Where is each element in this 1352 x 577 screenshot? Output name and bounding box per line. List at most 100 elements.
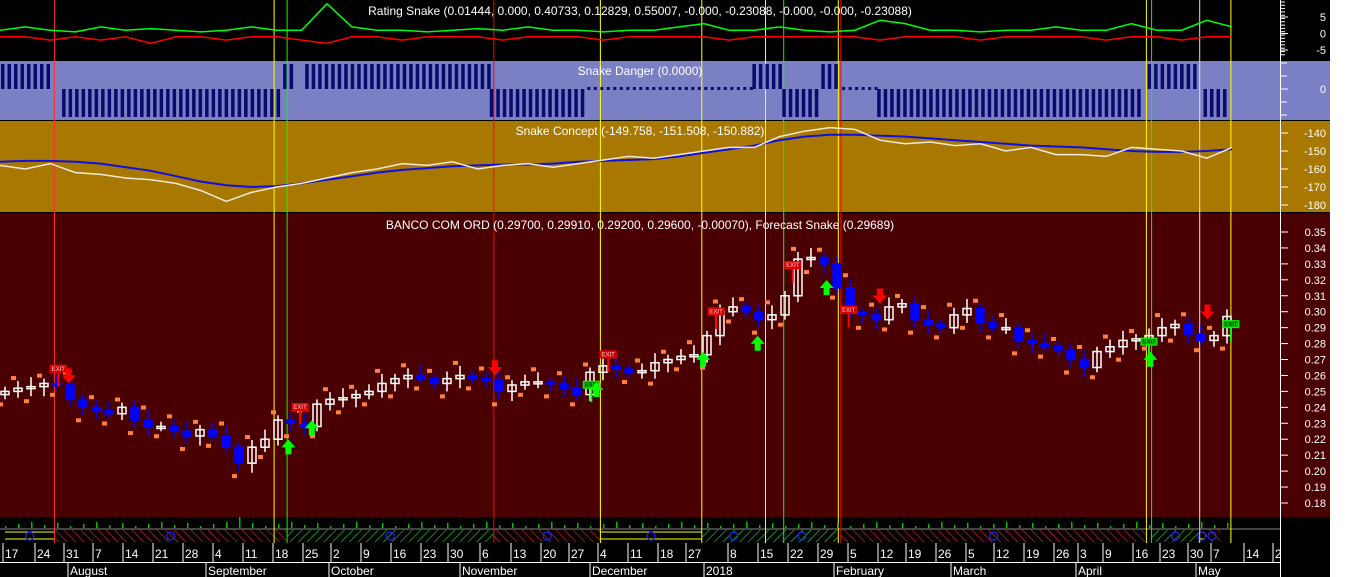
- signal-dot: [37, 373, 42, 378]
- signal-dot: [830, 295, 835, 300]
- danger-bar: [1117, 89, 1122, 117]
- signal-dot: [804, 270, 809, 275]
- danger-dot: [710, 87, 714, 90]
- danger-bar: [27, 64, 31, 89]
- signal-dot: [661, 349, 666, 354]
- danger-dot: [749, 87, 753, 90]
- danger-bar: [389, 64, 394, 89]
- danger-bar: [903, 89, 907, 117]
- candle-down: [832, 263, 842, 289]
- danger-bar: [1072, 89, 1076, 117]
- danger-bar: [415, 64, 420, 89]
- stock-chart[interactable]: EXITEXITEXITEXITEXITEXITEXITEXITEXIT Rat…: [0, 0, 1352, 577]
- signal-dot: [947, 302, 952, 307]
- danger-bar: [1210, 89, 1214, 117]
- danger-bar: [1111, 89, 1115, 117]
- volume-bar: [44, 525, 46, 528]
- signal-dot: [24, 399, 29, 404]
- x-day-label: 27: [571, 547, 585, 561]
- signal-dot: [882, 327, 887, 332]
- danger-bar: [33, 64, 37, 89]
- signal-dot: [765, 300, 770, 305]
- signal-dot: [1090, 375, 1095, 380]
- signal-dot: [986, 335, 991, 340]
- danger-bar: [250, 89, 255, 117]
- x-day-label: 19: [1026, 547, 1040, 561]
- volume-bar: [1006, 522, 1008, 528]
- danger-bar: [153, 89, 157, 117]
- y-tick-label: -160: [1304, 164, 1326, 176]
- volume-bar: [122, 523, 124, 528]
- danger-bar: [1026, 89, 1031, 117]
- volume-bar: [499, 525, 501, 528]
- danger-dot: [606, 87, 610, 90]
- danger-bar: [981, 89, 985, 117]
- y-tick-label: 0.19: [1305, 482, 1326, 494]
- danger-bar: [1078, 89, 1083, 117]
- signal-dot: [50, 392, 55, 397]
- signal-dot: [1181, 312, 1186, 317]
- danger-bar: [814, 89, 819, 117]
- signal-dot: [622, 380, 627, 385]
- danger-dot: [717, 87, 721, 90]
- danger-bar: [1154, 64, 1158, 89]
- candle-down: [169, 425, 179, 432]
- candle-down: [299, 422, 309, 428]
- x-day-label: 29: [820, 547, 834, 561]
- candle-down: [234, 446, 244, 464]
- signal-dot: [687, 340, 692, 345]
- exit-label: EXIT: [1224, 322, 1238, 328]
- danger-dot: [639, 87, 643, 90]
- signal-dot: [128, 431, 133, 436]
- volume-bar: [1084, 525, 1086, 528]
- danger-dot: [691, 87, 695, 90]
- danger-bar: [140, 89, 144, 117]
- danger-bar: [1, 64, 5, 89]
- volume-bar: [57, 523, 59, 528]
- danger-bar: [363, 64, 368, 89]
- candle-down: [65, 384, 75, 401]
- signal-dot: [76, 418, 81, 423]
- signal-dot: [635, 358, 640, 363]
- volume-bar: [967, 523, 969, 528]
- danger-bar: [344, 64, 348, 89]
- danger-dot: [671, 87, 675, 90]
- x-day-label: 23: [1162, 547, 1176, 561]
- danger-bar: [515, 89, 520, 117]
- x-day-label: 30: [450, 547, 464, 561]
- danger-bar: [929, 89, 933, 117]
- signal-dot: [284, 434, 289, 439]
- danger-bar: [771, 64, 776, 89]
- candle-down: [1079, 358, 1089, 369]
- x-day-label: 28: [185, 547, 199, 561]
- signal-dot: [362, 402, 367, 407]
- danger-bar: [1137, 89, 1141, 117]
- x-month-label: April: [1078, 564, 1102, 577]
- candle-down: [1027, 339, 1037, 345]
- danger-dot: [613, 87, 617, 90]
- volume-bar: [876, 522, 878, 528]
- danger-bar: [211, 89, 216, 117]
- danger-bar: [185, 89, 190, 117]
- y-tick-label: 0.28: [1305, 339, 1326, 351]
- danger-bar: [244, 89, 248, 117]
- volume-bar: [538, 524, 540, 528]
- danger-bar: [81, 89, 86, 117]
- danger-bar: [1052, 89, 1057, 117]
- y-tick-label: 0.35: [1305, 227, 1326, 239]
- danger-bar: [237, 89, 242, 117]
- volume-bar: [668, 524, 670, 528]
- danger-dot: [684, 87, 688, 90]
- candle-down: [546, 381, 556, 385]
- danger-bar: [827, 64, 832, 89]
- signal-dot: [271, 410, 276, 415]
- danger-dot: [855, 87, 859, 90]
- danger-bar: [1020, 89, 1024, 117]
- danger-dot: [842, 87, 846, 90]
- danger-bar: [166, 89, 170, 117]
- signal-dot: [180, 447, 185, 452]
- danger-bar: [782, 89, 786, 117]
- candle-down: [936, 323, 946, 329]
- danger-dot: [587, 87, 591, 90]
- volume-bar: [1136, 522, 1138, 528]
